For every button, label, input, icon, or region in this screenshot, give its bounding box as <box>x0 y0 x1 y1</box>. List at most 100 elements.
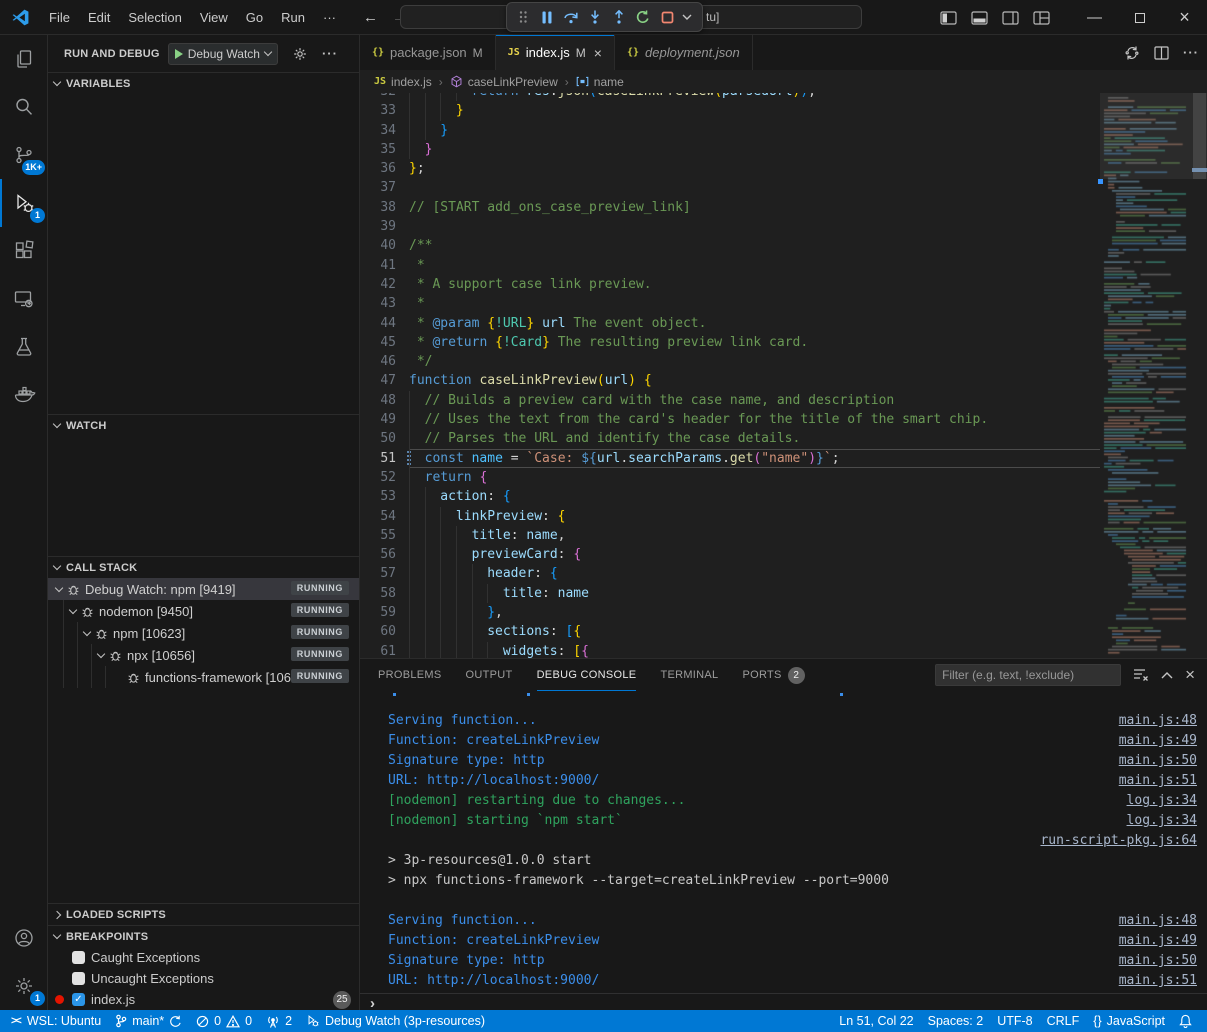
activity-extensions[interactable] <box>0 227 48 275</box>
code-line[interactable]: title: name, <box>409 526 1100 545</box>
debug-settings-gear-icon[interactable] <box>292 46 308 62</box>
source-link[interactable]: log.js:34 <box>1127 791 1197 811</box>
restart-button[interactable] <box>633 6 653 28</box>
open-changes-icon[interactable] <box>1124 45 1140 61</box>
line-number[interactable]: 54 <box>360 507 408 526</box>
code-line[interactable]: // Uses the text from the card's header … <box>409 410 1100 429</box>
breakpoints-section-header[interactable]: BREAKPOINTS <box>48 925 359 947</box>
line-number[interactable]: 33 <box>360 101 408 120</box>
step-over-button[interactable] <box>561 6 581 28</box>
code-line[interactable]: }, <box>409 603 1100 622</box>
line-number[interactable]: 56 <box>360 545 408 564</box>
breakpoint-checkbox[interactable]: ✓ <box>72 993 85 1006</box>
code-line[interactable]: action: { <box>409 487 1100 506</box>
code-line[interactable]: */ <box>409 352 1100 371</box>
breadcrumb-symbol[interactable]: name <box>594 75 624 89</box>
menu-file[interactable]: File <box>40 10 79 25</box>
code-line[interactable]: // Parses the URL and identify the case … <box>409 429 1100 448</box>
nav-back-icon[interactable]: ← <box>363 9 378 26</box>
editor-more-actions-icon[interactable]: ··· <box>1183 45 1199 60</box>
code-line[interactable]: * @return {!Card} The resulting preview … <box>409 333 1100 352</box>
breakpoint-row[interactable]: Caught Exceptions <box>48 947 359 968</box>
code-line[interactable]: }; <box>409 159 1100 178</box>
line-number[interactable]: 59 <box>360 603 408 622</box>
call-stack-session[interactable]: nodemon [9450]RUNNING <box>48 600 359 622</box>
source-link[interactable]: main.js:48 <box>1119 711 1197 731</box>
line-number[interactable]: 41 <box>360 256 408 275</box>
debug-session-chevron-icon[interactable] <box>681 6 693 28</box>
breadcrumb-symbol[interactable]: caseLinkPreview <box>468 75 558 89</box>
eol-status[interactable]: CRLF <box>1040 1010 1087 1032</box>
stop-button[interactable] <box>657 6 677 28</box>
watch-section-header[interactable]: WATCH <box>48 414 359 436</box>
call-stack-session[interactable]: functions-framework [106...RUNNING <box>48 666 359 688</box>
minimap-slider[interactable] <box>1100 93 1207 179</box>
toggle-secondary-sidebar-icon[interactable] <box>1002 11 1019 25</box>
line-number[interactable]: 39 <box>360 217 408 236</box>
breakpoint-row[interactable]: Uncaught Exceptions <box>48 968 359 989</box>
maximize-panel-icon[interactable] <box>1161 671 1173 679</box>
activity-testing[interactable] <box>0 323 48 371</box>
activity-explorer[interactable] <box>0 35 48 83</box>
clear-console-icon[interactable] <box>1133 668 1149 682</box>
line-number[interactable]: 57 <box>360 564 408 583</box>
code-line[interactable]: * A support case link preview. <box>409 275 1100 294</box>
console-filter-input[interactable] <box>935 664 1121 686</box>
remote-indicator[interactable]: >< WSL: Ubuntu <box>4 1010 108 1032</box>
call-stack-session[interactable]: npm [10623]RUNNING <box>48 622 359 644</box>
line-number[interactable]: 38 <box>360 198 408 217</box>
code-line[interactable]: } <box>409 101 1100 120</box>
drag-grip-icon[interactable] <box>513 6 533 28</box>
menu-edit[interactable]: Edit <box>79 10 119 25</box>
editor-scrollbar[interactable] <box>1192 93 1207 658</box>
code-line[interactable]: } <box>409 121 1100 140</box>
sidebar-more-actions-icon[interactable]: ··· <box>322 46 338 61</box>
line-number[interactable]: 40 <box>360 236 408 255</box>
activity-source-control[interactable]: 1K+ <box>0 131 48 179</box>
activity-search[interactable] <box>0 83 48 131</box>
tab-package-json[interactable]: {} package.json M <box>360 35 496 70</box>
code-line[interactable]: // [START add_ons_case_preview_link] <box>409 198 1100 217</box>
source-link[interactable]: main.js:48 <box>1119 911 1197 931</box>
code-line[interactable]: /** <box>409 236 1100 255</box>
split-editor-icon[interactable] <box>1154 46 1169 60</box>
problems-status[interactable]: 0 0 <box>189 1010 259 1032</box>
source-link[interactable]: main.js:50 <box>1119 751 1197 771</box>
notifications-bell-icon[interactable] <box>1172 1010 1199 1032</box>
code-line[interactable]: } <box>409 140 1100 159</box>
variables-section-header[interactable]: VARIABLES <box>48 72 359 94</box>
launch-config-dropdown[interactable]: Debug Watch <box>168 43 278 65</box>
debug-session-status[interactable]: Debug Watch (3p-resources) <box>299 1010 492 1032</box>
forwarded-ports-status[interactable]: 2 <box>259 1010 299 1032</box>
line-number[interactable]: 47 <box>360 371 408 390</box>
code-line[interactable]: // Builds a preview card with the case n… <box>409 391 1100 410</box>
activity-accounts[interactable] <box>0 914 48 962</box>
code-line[interactable]: const name = `Case: ${url.searchParams.g… <box>409 449 1100 468</box>
breakpoint-row[interactable]: ✓index.js25 <box>48 989 359 1010</box>
call-stack-session[interactable]: npx [10656]RUNNING <box>48 644 359 666</box>
activity-remote-explorer[interactable] <box>0 275 48 323</box>
code-line[interactable]: return res.json(caseLinkPreview(parsedUr… <box>409 93 1100 101</box>
line-number[interactable]: 60 <box>360 622 408 641</box>
close-panel-icon[interactable]: × <box>1185 665 1195 685</box>
tab-index-js[interactable]: JS index.js M × <box>496 35 615 70</box>
loaded-scripts-section-header[interactable]: LOADED SCRIPTS <box>48 903 359 925</box>
line-number[interactable]: 44 <box>360 314 408 333</box>
source-link[interactable]: run-script-pkg.js:64 <box>1040 831 1197 851</box>
close-window-button[interactable]: × <box>1162 0 1207 35</box>
code-line[interactable]: header: { <box>409 564 1100 583</box>
menu-view[interactable]: View <box>191 10 237 25</box>
toggle-panel-icon[interactable] <box>971 11 988 25</box>
menu-[interactable]: ··· <box>314 10 345 25</box>
source-link[interactable]: log.js:34 <box>1127 811 1197 831</box>
menu-run[interactable]: Run <box>272 10 314 25</box>
line-number[interactable]: 53 <box>360 487 408 506</box>
line-number[interactable]: 50 <box>360 429 408 448</box>
maximize-button[interactable] <box>1117 0 1162 35</box>
cursor-position-status[interactable]: Ln 51, Col 22 <box>832 1010 920 1032</box>
code-line[interactable]: * <box>409 256 1100 275</box>
line-number[interactable]: 49 <box>360 410 408 429</box>
customize-layout-icon[interactable] <box>1033 11 1050 25</box>
code-line[interactable]: widgets: [{ <box>409 642 1100 658</box>
code-line[interactable]: title: name <box>409 584 1100 603</box>
